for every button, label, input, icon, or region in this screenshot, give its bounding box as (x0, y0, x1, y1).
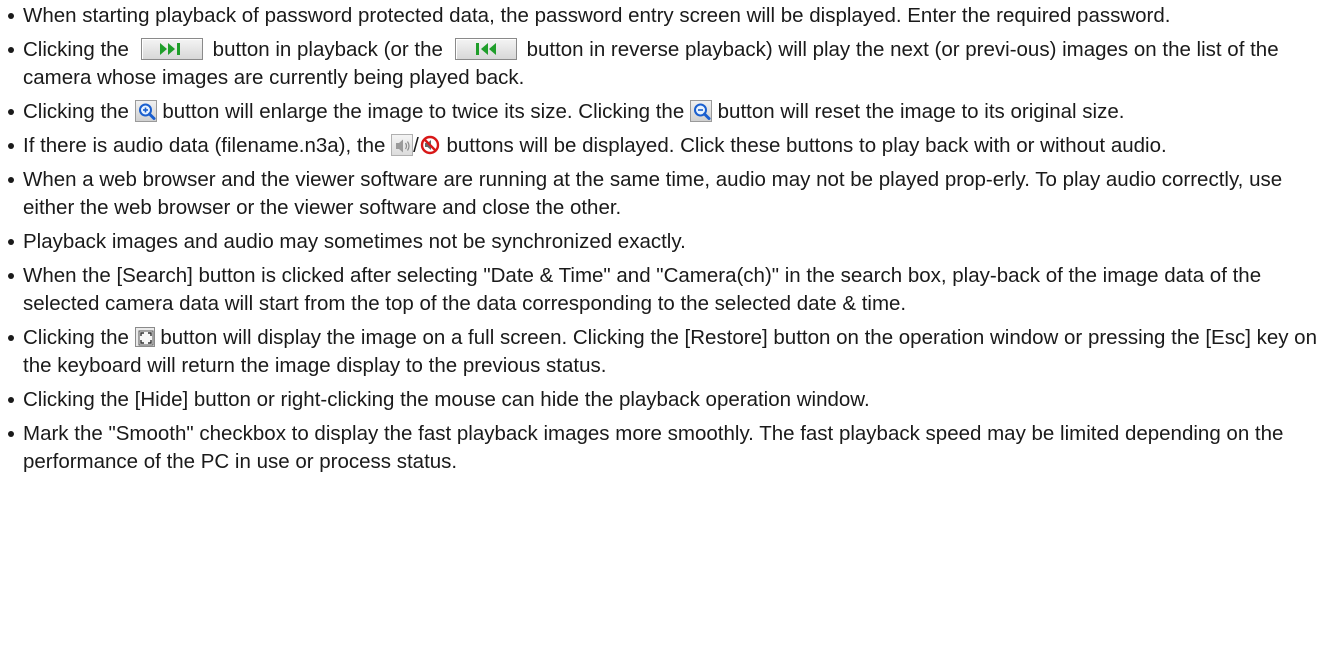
note-zoom: Clicking the button will enlarge the ima… (8, 98, 1319, 126)
document-page: When starting playback of password prote… (0, 2, 1327, 661)
note-search: When the [Search] button is clicked afte… (8, 262, 1319, 318)
notes-list: When starting playback of password prote… (0, 2, 1327, 476)
bullet-dot (8, 397, 14, 403)
previous-track-icon (454, 37, 517, 60)
bullet-dot (8, 177, 14, 183)
note-text: Clicking the (23, 38, 129, 61)
bullet-dot (8, 47, 14, 53)
note-text: When a web browser and the viewer softwa… (23, 168, 1283, 219)
note-text: Clicking the (23, 100, 129, 123)
fullscreen-icon (134, 326, 155, 347)
mute-icon (419, 134, 441, 156)
note-text: Playback images and audio may sometimes … (23, 230, 686, 253)
note-text: Clicking the (23, 326, 129, 349)
bullet-dot (8, 273, 14, 279)
note-text: Mark the "Smooth" checkbox to display th… (23, 422, 1284, 473)
note-text: button in reverse playback) will play th… (23, 38, 1279, 89)
note-text: If there is audio data (filename.n3a), t… (23, 134, 386, 157)
bullet-dot (8, 13, 14, 19)
note-smooth: Mark the "Smooth" checkbox to display th… (8, 420, 1319, 476)
bullet-dot (8, 239, 14, 245)
note-text: Clicking the [Hide] button or right-clic… (23, 388, 870, 411)
note-fullscreen: Clicking the button will display the ima… (8, 324, 1319, 380)
bullet-dot (8, 143, 14, 149)
note-next-previous: Clicking the button in playback (or the … (8, 36, 1319, 92)
note-hide: Clicking the [Hide] button or right-clic… (8, 386, 1319, 414)
note-text: button in playback (or the (212, 38, 443, 61)
note-audio: If there is audio data (filename.n3a), t… (8, 132, 1319, 160)
zoom-reset-icon (689, 99, 712, 122)
note-password: When starting playback of password prote… (8, 2, 1319, 30)
note-text: button will reset the image to its origi… (717, 100, 1125, 123)
speaker-icon (391, 133, 414, 156)
note-text: button will enlarge the image to twice i… (162, 100, 685, 123)
bullet-dot (8, 335, 14, 341)
zoom-in-icon (134, 99, 157, 122)
note-text: buttons will be displayed. Click these b… (446, 134, 1167, 157)
bullet-dot (8, 431, 14, 437)
note-text: When starting playback of password prote… (23, 4, 1171, 27)
next-track-icon (140, 37, 203, 60)
note-text: button will display the image on a full … (23, 326, 1317, 377)
note-sync: Playback images and audio may sometimes … (8, 228, 1319, 256)
note-browser-audio: When a web browser and the viewer softwa… (8, 166, 1319, 222)
bullet-dot (8, 109, 14, 115)
note-text: When the [Search] button is clicked afte… (23, 264, 1262, 315)
